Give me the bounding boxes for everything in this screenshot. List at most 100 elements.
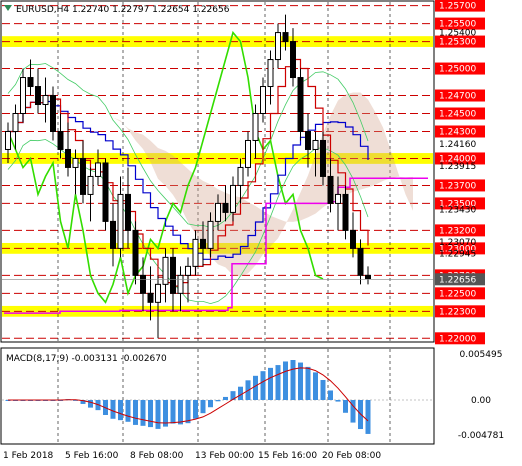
candle-body [5,130,11,150]
macd-bar [343,400,348,413]
macd-bar [283,361,288,400]
current-price-label: 1.22656 [439,275,476,285]
price-tag-label: 1.22300 [439,307,476,317]
candle-body [245,139,251,168]
candle-body [327,175,334,204]
candle-body [125,193,131,231]
price-axis-label: 1.25400 [439,29,476,39]
price-axis-label: 1.24160 [439,140,476,150]
macd-bar [185,400,191,424]
candle-body [162,256,169,285]
candle-body [50,95,56,132]
candle-body [95,162,101,177]
candle-body [72,157,79,168]
macd-bar [208,400,213,408]
candle-body [155,283,161,303]
candle-body [222,202,229,213]
candle-body [192,238,199,267]
macd-bar [133,400,138,425]
candle-body [65,148,71,168]
macd-bar [118,400,123,421]
candle-body [177,274,184,294]
candle-body [282,32,289,43]
price-tag-label: 1.22500 [439,289,476,299]
candle-body [12,113,19,132]
candle-body [102,162,109,222]
candle-body [350,229,356,249]
macd-axis-label: 0.005495 [460,350,503,360]
macd-bar [193,400,198,419]
symbol-header: EURUSD,H4 1.22740 1.22797 1.22654 1.2265… [16,5,230,15]
macd-bar [215,400,221,402]
price-axis-label: 1.22945 [439,249,476,259]
macd-bar [253,375,258,400]
candle-body [207,220,214,249]
time-axis-label: 13 Feb 00:00 [195,451,254,461]
candle-body [215,202,221,222]
macd-bar [170,400,176,424]
time-axis-label: 1 Feb 2018 [3,451,54,461]
macd-axis-label: 0.00 [471,396,491,406]
candle-body [87,175,94,195]
macd-bar [313,372,318,400]
candle-body [200,238,206,249]
price-tag-label: 1.23700 [439,181,476,191]
price-tag-label: 1.23200 [439,226,476,236]
time-axis: 1 Feb 2018 5 Feb 16:00 8 Feb 08:00 13 Feb 0… [3,451,381,461]
candle-body [27,77,34,88]
macd-bar [290,360,296,400]
price-axis-label: 1.23070 [439,238,476,248]
candle-body [297,77,304,132]
macd-bar [200,400,206,414]
candle-body [312,139,319,150]
macd-bar [320,379,326,400]
candle-body [365,274,371,280]
price-tag-label: 1.25300 [439,38,476,48]
macd-bar [178,400,183,425]
candle-body [20,77,26,115]
candle-body [252,113,259,141]
macd-bar [223,396,228,400]
candle-body [290,41,296,79]
time-axis-label: 15 Feb 16:00 [258,451,317,461]
macd-bar [328,390,333,400]
candle-body [357,247,364,276]
macd-bar [125,400,131,422]
macd-bar [305,366,311,400]
macd-bar [88,400,93,408]
price-axis-label: 1.23430 [439,206,476,216]
candle-body [185,265,191,276]
time-axis-label: 5 Feb 16:00 [65,451,119,461]
candle-body [132,229,139,276]
candle-body [35,86,41,106]
macd-label: MACD(8,17,9) -0.003131 -0.002670 [6,354,167,364]
macd-bar [140,400,146,426]
time-axis-label: 20 Feb 08:00 [322,451,381,461]
macd-bar [148,400,153,428]
candle-body [57,130,64,150]
macd-bar [110,400,116,419]
price-tag-label: 1.24300 [439,127,476,137]
candle-body [275,32,281,61]
macd-bar [275,365,281,400]
macd-bar [268,367,273,400]
candle-body [42,95,49,106]
candle-body [140,274,146,294]
candle-body [110,220,116,249]
macd-bar [365,400,371,434]
trading-chart: 1.257001.255001.253001.250001.247001.245… [0,0,504,461]
price-tag-label: 1.25000 [439,65,476,75]
candle-body [117,193,124,249]
price-tag-label: 1.22000 [439,334,476,344]
candle-body [80,157,86,195]
candle-body [237,166,244,186]
candle-body [230,184,236,213]
candle-body [170,256,176,294]
macd-bar [155,400,161,429]
candle-body [260,86,266,115]
candle-body [305,130,311,150]
macd-bar [335,400,341,402]
candle-body [267,59,274,88]
candle-body [342,193,349,231]
candle-body [335,193,341,204]
